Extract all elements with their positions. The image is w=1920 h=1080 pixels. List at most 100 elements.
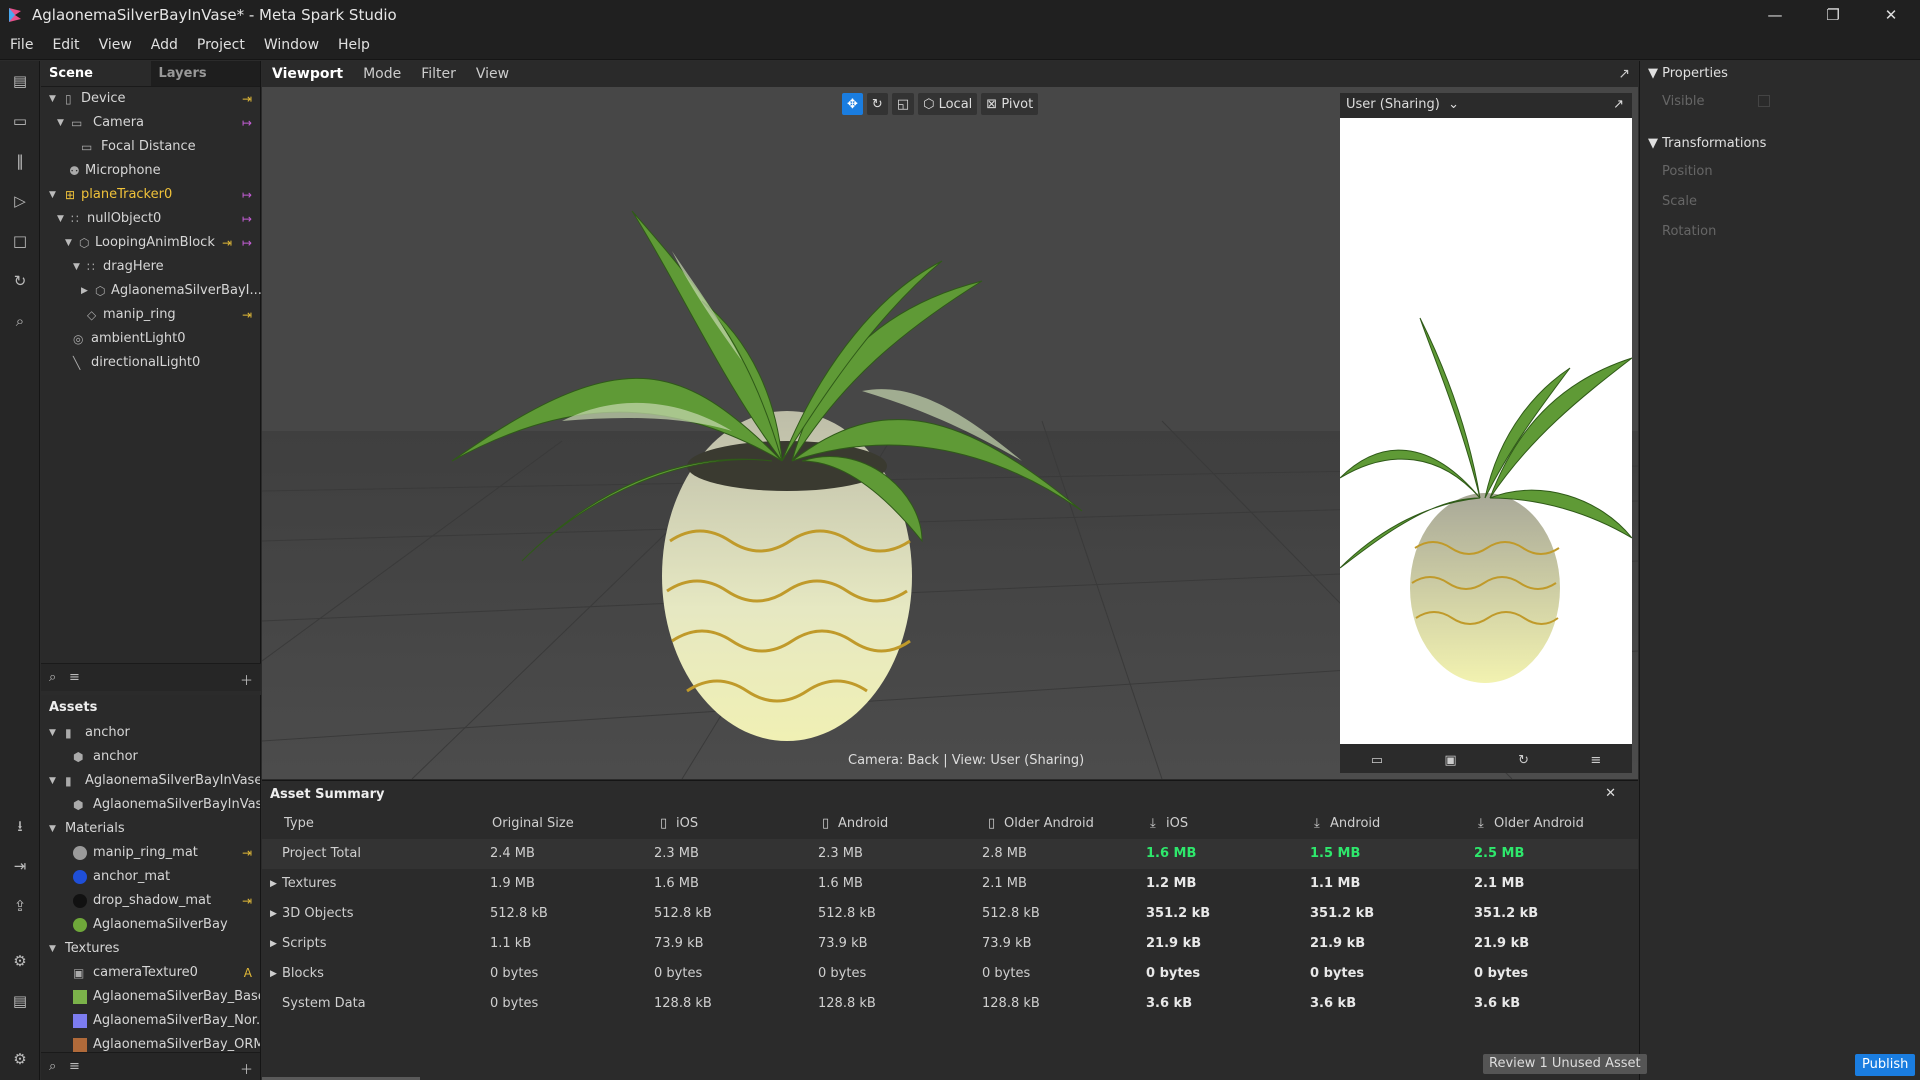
device-link-icon: ⇥ bbox=[241, 894, 252, 908]
menu-edit[interactable]: Edit bbox=[42, 37, 88, 53]
scene-item-microphone[interactable]: ⚉ Microphone bbox=[41, 159, 260, 183]
menu-add[interactable]: Add bbox=[141, 37, 187, 53]
menu-project[interactable]: Project bbox=[187, 37, 254, 53]
import-icon[interactable]: ⭳ bbox=[10, 816, 30, 836]
search-icon[interactable]: ⌕ bbox=[49, 670, 56, 685]
chevron-down-icon[interactable]: ⌄ bbox=[1444, 97, 1459, 112]
asset-folder-textures[interactable]: ▼ Textures bbox=[41, 937, 260, 961]
preview-screen[interactable] bbox=[1340, 118, 1632, 744]
move-tool-icon[interactable]: ✥ bbox=[842, 93, 863, 115]
asset-mesh-anchor[interactable]: ⬢ anchor bbox=[41, 745, 260, 769]
video-icon[interactable]: ▭ bbox=[10, 111, 30, 131]
layout-icon[interactable]: ▤ bbox=[10, 71, 30, 91]
tab-viewport[interactable]: Viewport bbox=[262, 66, 353, 82]
popout-icon[interactable]: ↗ bbox=[1613, 93, 1624, 117]
preview-footer: ▭ ▣ ↻ ≡ bbox=[1340, 747, 1632, 773]
chevron-right-icon[interactable]: ▶ bbox=[270, 929, 277, 959]
properties-header[interactable]: ▼ Properties bbox=[1640, 61, 1920, 87]
filter-icon[interactable]: ≡ bbox=[69, 670, 80, 685]
scale-tool-icon[interactable]: ◱ bbox=[891, 93, 915, 115]
scene-item-focal-distance[interactable]: ▭ Focal Distance bbox=[41, 135, 260, 159]
asset-mesh-aglaonema[interactable]: ⬢ AglaonemaSilverBayInVase bbox=[41, 793, 260, 817]
menu-view[interactable]: View bbox=[89, 37, 141, 53]
scene-item-nullobject[interactable]: ▼ ∷ nullObject0 ↦ bbox=[41, 207, 260, 231]
tab-scene[interactable]: Scene bbox=[41, 61, 151, 86]
material-swatch bbox=[73, 894, 87, 908]
video-icon[interactable]: ▭ bbox=[1371, 753, 1383, 768]
scene-item-ambientlight[interactable]: ◎ ambientLight0 bbox=[41, 327, 260, 351]
menu-icon[interactable]: ≡ bbox=[1590, 753, 1601, 768]
close-icon[interactable]: ✕ bbox=[1605, 786, 1616, 801]
table-row[interactable]: ▶ Blocks 0 bytes 0 bytes 0 bytes 0 bytes… bbox=[262, 959, 1638, 989]
scale-row: Scale bbox=[1662, 194, 1697, 209]
chevron-right-icon[interactable]: ▶ bbox=[270, 899, 277, 929]
filter-icon[interactable]: ≡ bbox=[69, 1059, 80, 1074]
search-icon[interactable]: ⌕ bbox=[10, 311, 30, 331]
rotate-device-icon[interactable]: ↻ bbox=[1518, 753, 1529, 768]
pivot-button[interactable]: ⊠ Pivot bbox=[981, 93, 1039, 115]
send-to-device-icon[interactable]: ⇥ bbox=[10, 856, 30, 876]
minimize-icon[interactable]: — bbox=[1746, 0, 1804, 30]
publish-button[interactable]: Publish bbox=[1855, 1054, 1916, 1076]
device-link-icon: ⇥ bbox=[241, 846, 252, 860]
scene-item-directionallight[interactable]: ╲ directionalLight0 bbox=[41, 351, 260, 375]
local-button[interactable]: ⬡ Local bbox=[918, 93, 978, 115]
tab-layers[interactable]: Layers bbox=[150, 61, 260, 86]
console-icon[interactable]: ▤ bbox=[10, 991, 30, 1011]
assets-panel-footer: ⌕ ≡ ＋ bbox=[41, 1052, 260, 1080]
asset-texture-normal[interactable]: AglaonemaSilverBay_Nor... bbox=[41, 1009, 260, 1033]
asset-material-drop-shadow[interactable]: drop_shadow_mat ⇥ bbox=[41, 889, 260, 913]
scene-item-loopinganimblock[interactable]: ▼ ⬡ LoopingAnimBlock ⇥ ↦ bbox=[41, 231, 260, 255]
asset-material-manip-ring[interactable]: manip_ring_mat ⇥ bbox=[41, 841, 260, 865]
asset-texture-camera[interactable]: ▣ cameraTexture0 A bbox=[41, 961, 260, 985]
asset-folder-materials[interactable]: ▼ Materials bbox=[41, 817, 260, 841]
table-row[interactable]: Project Total 2.4 MB 2.3 MB 2.3 MB 2.8 M… bbox=[262, 839, 1638, 869]
add-icon[interactable]: ＋ bbox=[240, 670, 253, 689]
chevron-right-icon[interactable]: ▶ bbox=[270, 869, 277, 899]
record-icon[interactable]: ▷ bbox=[10, 191, 30, 211]
refresh-icon[interactable]: ↻ bbox=[10, 271, 30, 291]
asset-material-aglaonema[interactable]: AglaonemaSilverBay bbox=[41, 913, 260, 937]
table-row[interactable]: ▶ Textures 1.9 MB 1.6 MB 1.6 MB 2.1 MB 1… bbox=[262, 869, 1638, 899]
scene-item-device[interactable]: ▼ ▯ Device ⇥ bbox=[41, 87, 260, 111]
block-icon: ⬡ bbox=[79, 236, 90, 250]
scene-item-draghere[interactable]: ▼ ∷ dragHere bbox=[41, 255, 260, 279]
debug-icon[interactable]: ⚙ bbox=[10, 951, 30, 971]
asset-folder-anchor[interactable]: ▼ ▮ anchor bbox=[41, 721, 260, 745]
asset-material-anchor[interactable]: anchor_mat bbox=[41, 865, 260, 889]
add-icon[interactable]: ＋ bbox=[240, 1059, 253, 1078]
menu-file[interactable]: File bbox=[0, 37, 42, 53]
stop-icon[interactable]: □ bbox=[10, 231, 30, 251]
search-icon[interactable]: ⌕ bbox=[49, 1059, 56, 1074]
table-row[interactable]: System Data 0 bytes 128.8 kB 128.8 kB 12… bbox=[262, 989, 1638, 1019]
popout-icon[interactable]: ↗ bbox=[1608, 66, 1638, 82]
asset-texture-base[interactable]: AglaonemaSilverBay_Base... bbox=[41, 985, 260, 1009]
screenshot-icon[interactable]: ▣ bbox=[1444, 753, 1456, 768]
close-icon[interactable]: ✕ bbox=[1862, 0, 1920, 30]
table-row[interactable]: ▶ 3D Objects 512.8 kB 512.8 kB 512.8 kB … bbox=[262, 899, 1638, 929]
patch-link-icon: ↦ bbox=[241, 116, 252, 130]
scene-item-camera[interactable]: ▼ ▭ Camera ↦ bbox=[41, 111, 260, 135]
pause-icon[interactable]: ‖ bbox=[10, 151, 30, 171]
menu-help[interactable]: Help bbox=[328, 37, 379, 53]
restore-icon[interactable]: ❐ bbox=[1804, 0, 1862, 30]
menu-window[interactable]: Window bbox=[254, 37, 328, 53]
settings-gear-icon[interactable]: ⚙ bbox=[10, 1049, 30, 1069]
asset-folder-aglaonema[interactable]: ▼ ▮ AglaonemaSilverBayInVase bbox=[41, 769, 260, 793]
tab-view[interactable]: View bbox=[466, 66, 519, 82]
preview-view-select[interactable]: User (Sharing) bbox=[1346, 97, 1440, 112]
chevron-right-icon[interactable]: ▶ bbox=[270, 959, 277, 989]
tab-mode[interactable]: Mode bbox=[353, 66, 411, 82]
chevron-down-icon: ▼ bbox=[1648, 66, 1663, 81]
menu-bar: File Edit View Add Project Window Help bbox=[0, 30, 1920, 60]
upload-icon[interactable]: ⇪ bbox=[10, 896, 30, 916]
scene-item-aglaonema[interactable]: ▶ ⬡ AglaonemaSilverBayI... bbox=[41, 279, 262, 303]
transformations-header[interactable]: ▼ Transformations bbox=[1640, 131, 1920, 157]
review-unused-asset-button[interactable]: Review 1 Unused Asset bbox=[1483, 1054, 1647, 1074]
scene-item-planetracker[interactable]: ▼ ⊞ planeTracker0 ↦ bbox=[41, 183, 260, 207]
scene-item-manip-ring[interactable]: ◇ manip_ring ⇥ bbox=[41, 303, 260, 327]
tab-filter[interactable]: Filter bbox=[411, 66, 466, 82]
visible-checkbox[interactable] bbox=[1758, 95, 1770, 107]
table-row[interactable]: ▶ Scripts 1.1 kB 73.9 kB 73.9 kB 73.9 kB… bbox=[262, 929, 1638, 959]
rotate-tool-icon[interactable]: ↻ bbox=[866, 93, 888, 115]
